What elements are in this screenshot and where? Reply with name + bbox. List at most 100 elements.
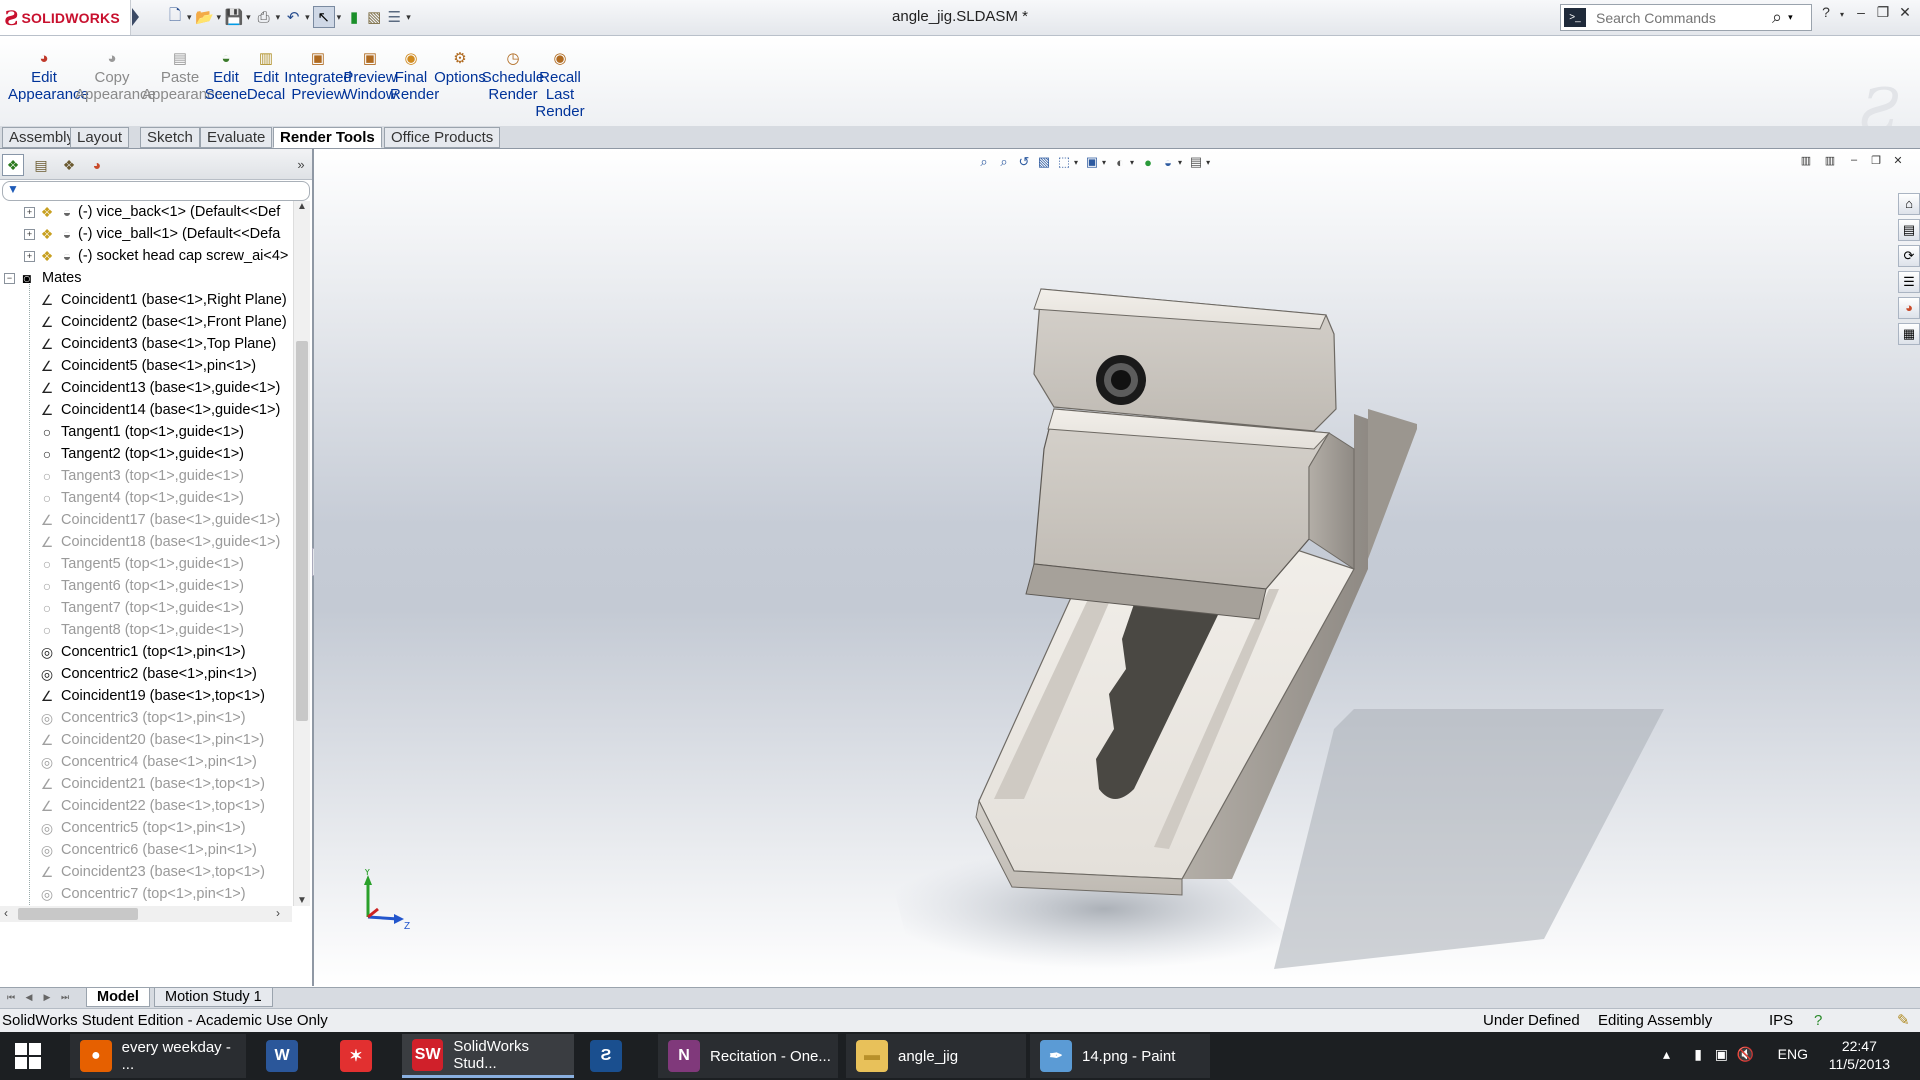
mate-item[interactable]: ∠ Coincident1 (base<1>,Right Plane) (0, 289, 292, 311)
new-document-icon[interactable]: 🗋 (165, 7, 185, 27)
file-properties-icon[interactable]: ▧ (364, 7, 384, 27)
scroll-down-icon[interactable]: ▼ (296, 895, 308, 906)
taskbar-item-ds-app[interactable]: Ƨ (580, 1034, 646, 1078)
undo-icon[interactable]: ↶ (283, 7, 303, 27)
mate-item[interactable]: ○ Tangent7 (top<1>,guide<1>) (0, 597, 292, 619)
tree-filter[interactable]: ▼ (2, 181, 310, 201)
mate-item[interactable]: ◎ Concentric2 (base<1>,pin<1>) (0, 663, 292, 685)
scroll-right-icon[interactable]: › (276, 906, 280, 920)
tab-sketch[interactable]: Sketch (140, 127, 200, 148)
search-commands-box[interactable]: >_ ⌕ ▾ (1560, 4, 1812, 31)
chevron-down-icon[interactable]: ▾ (305, 12, 310, 23)
chevron-down-icon[interactable]: ▾ (276, 12, 281, 23)
viewport-close-button[interactable]: ✕ (1890, 154, 1906, 167)
view-palette-icon[interactable]: ☰ (1898, 271, 1920, 293)
appearances-scenes-icon[interactable]: ◕ (1898, 297, 1920, 319)
minimize-button[interactable]: – (1851, 4, 1871, 20)
collapse-icon[interactable]: − (4, 273, 15, 284)
chevron-down-icon[interactable]: ▾ (337, 12, 342, 23)
tab-render-tools[interactable]: Render Tools (273, 127, 382, 148)
feature-manager-tab-icon[interactable]: ❖ (2, 154, 24, 176)
resources-home-icon[interactable]: ⌂ (1898, 193, 1920, 215)
taskbar-item-solidworks[interactable]: SW SolidWorks Stud... (402, 1034, 574, 1078)
mate-item[interactable]: ∠ Coincident13 (base<1>,guide<1>) (0, 377, 292, 399)
rebuild-icon[interactable]: ▮ (344, 7, 364, 27)
vertical-scrollbar[interactable]: ▲ ▼ (293, 201, 310, 906)
open-folder-icon[interactable]: 📂 (195, 7, 215, 27)
mate-item[interactable]: ◎ Concentric7 (top<1>,pin<1>) (0, 883, 292, 905)
display-manager-tab-icon[interactable]: ◕ (86, 154, 108, 176)
chevron-down-icon[interactable]: ▾ (187, 12, 192, 23)
chevron-down-icon[interactable]: ▾ (1788, 12, 1793, 23)
mate-item[interactable]: ○ Tangent5 (top<1>,guide<1>) (0, 553, 292, 575)
expand-icon[interactable]: + (24, 207, 35, 218)
chevron-down-icon[interactable]: ▾ (1832, 10, 1852, 19)
mate-item[interactable]: ∠ Coincident19 (base<1>,top<1>) (0, 685, 292, 707)
assembly-model-render[interactable] (314, 149, 1874, 986)
copy-appearance-button[interactable]: ◕ Copy Appearance (75, 50, 156, 103)
edit-decal-button[interactable]: ▥ Edit Decal (246, 50, 286, 103)
chevron-down-icon[interactable]: ▾ (246, 12, 251, 23)
network-icon[interactable]: ▣ (1715, 1046, 1728, 1063)
mate-item[interactable]: ∠ Coincident5 (base<1>,pin<1>) (0, 355, 292, 377)
mate-item[interactable]: ◎ Concentric6 (base<1>,pin<1>) (0, 839, 292, 861)
design-library-icon[interactable]: ▤ (1898, 219, 1920, 241)
scroll-left-icon[interactable]: ‹ (4, 906, 8, 920)
tab-evaluate[interactable]: Evaluate (200, 127, 273, 148)
quick-tips-icon[interactable]: ? (1814, 1009, 1822, 1033)
rebuild-status-icon[interactable]: ✎ (1897, 1009, 1910, 1033)
search-input[interactable] (1594, 8, 1768, 27)
tree-component-item[interactable]: + ❖ ◒ (-) vice_back<1> (Default<<Def (0, 201, 292, 223)
start-button[interactable] (0, 1032, 56, 1080)
taskbar-item-folder[interactable]: ▬ angle_jig (846, 1034, 1026, 1078)
mate-item[interactable]: ◎ Concentric5 (top<1>,pin<1>) (0, 817, 292, 839)
taskbar-item-paint[interactable]: ✒ 14.png - Paint (1030, 1034, 1210, 1078)
graphics-area[interactable]: ⌕ ⌕ ↺ ▧ ⬚ ▾ ▣ ▾ ◐ ▾ ● ◒ ▾ ▤ ▾ ▥ ▥ – ❐ ✕ ⌂ ▤ ⟳… (314, 149, 1920, 986)
mate-item[interactable]: ∠ Coincident3 (base<1>,Top Plane) (0, 333, 292, 355)
configuration-manager-tab-icon[interactable]: ❖ (58, 154, 80, 176)
mate-item[interactable]: ∠ Coincident21 (base<1>,top<1>) (0, 773, 292, 795)
mate-item[interactable]: ○ Tangent2 (top<1>,guide<1>) (0, 443, 292, 465)
show-hidden-icons-icon[interactable]: ▴ (1663, 1046, 1670, 1063)
mate-item[interactable]: ○ Tangent1 (top<1>,guide<1>) (0, 421, 292, 443)
taskbar-item-star-app[interactable]: ✶ (330, 1034, 396, 1078)
language-indicator[interactable]: ENG (1778, 1046, 1808, 1062)
clock[interactable]: 22:47 11/5/2013 (1829, 1037, 1890, 1073)
edit-appearance-button[interactable]: ◕ Edit Appearance (8, 50, 89, 103)
scroll-up-icon[interactable]: ▲ (296, 201, 308, 212)
save-icon[interactable]: 💾 (224, 7, 244, 27)
mate-item[interactable]: ○ Tangent8 (top<1>,guide<1>) (0, 619, 292, 641)
select-pointer-icon[interactable]: ↖ (312, 6, 335, 28)
edit-scene-button[interactable]: ◒ Edit Scene (204, 50, 248, 103)
mate-item[interactable]: ∠ Coincident22 (base<1>,top<1>) (0, 795, 292, 817)
previous-tab-icon[interactable]: ◀ (22, 990, 36, 1005)
mate-item[interactable]: ◎ Concentric4 (base<1>,pin<1>) (0, 751, 292, 773)
mate-item[interactable]: ○ Tangent6 (top<1>,guide<1>) (0, 575, 292, 597)
mate-item[interactable]: ∠ Coincident2 (base<1>,Front Plane) (0, 311, 292, 333)
expand-icon[interactable]: + (24, 251, 35, 262)
scroll-thumb[interactable] (18, 908, 138, 920)
expand-icon[interactable]: + (24, 229, 35, 240)
chevron-down-icon[interactable]: ▾ (406, 12, 411, 23)
mate-item[interactable]: ∠ Coincident18 (base<1>,guide<1>) (0, 531, 292, 553)
tab-motion-study-1[interactable]: Motion Study 1 (154, 988, 273, 1007)
close-button[interactable]: ✕ (1895, 4, 1915, 21)
mate-item[interactable]: ∠ Coincident20 (base<1>,pin<1>) (0, 729, 292, 751)
first-tab-icon[interactable]: ⏮ (4, 990, 18, 1005)
next-tab-icon[interactable]: ▶ (40, 990, 54, 1005)
chevron-down-icon[interactable]: ▾ (217, 12, 222, 23)
mate-item[interactable]: ○ Tangent3 (top<1>,guide<1>) (0, 465, 292, 487)
custom-properties-icon[interactable]: ▦ (1898, 323, 1920, 345)
units-status[interactable]: IPS (1769, 1009, 1793, 1033)
mate-item[interactable]: ◎ Concentric1 (top<1>,pin<1>) (0, 641, 292, 663)
tab-model[interactable]: Model (86, 988, 150, 1007)
mate-item[interactable]: ∠ Coincident14 (base<1>,guide<1>) (0, 399, 292, 421)
menu-arrow-icon[interactable] (132, 8, 139, 26)
tab-office-products[interactable]: Office Products (384, 127, 501, 148)
expand-panel-icon[interactable]: » (290, 154, 312, 176)
horizontal-scrollbar[interactable]: ‹ › (0, 906, 292, 922)
taskbar-item-firefox[interactable]: ● every weekday - ... (70, 1034, 246, 1078)
mates-folder[interactable]: − ◙ Mates (0, 267, 292, 289)
taskbar-item-word[interactable]: W (256, 1034, 322, 1078)
file-explorer-icon[interactable]: ⟳ (1898, 245, 1920, 267)
